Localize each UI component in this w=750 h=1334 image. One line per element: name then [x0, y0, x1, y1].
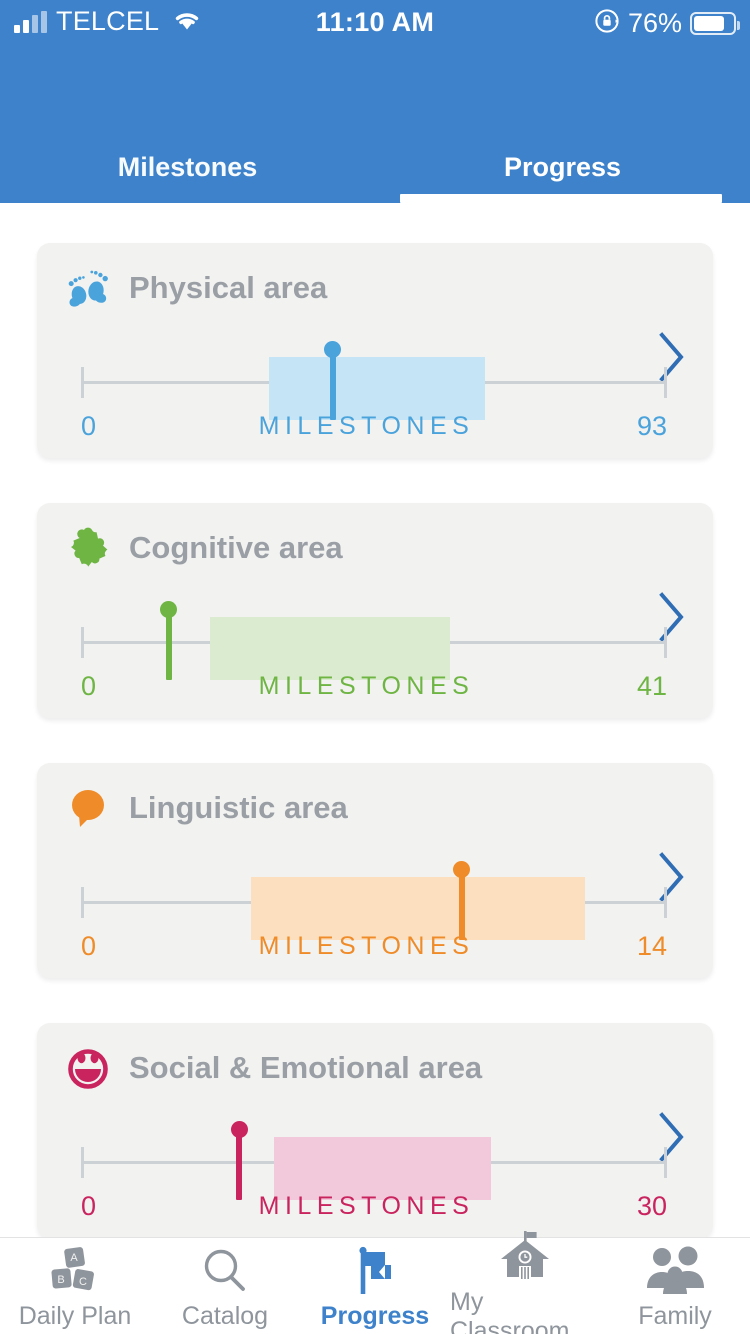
marker-head [160, 601, 178, 618]
search-icon [200, 1245, 250, 1297]
axis-tick-min [81, 887, 84, 918]
status-bar: TELCEL 11:10 AM 76% [0, 0, 750, 48]
axis-tick-min [81, 627, 84, 658]
marker-stem [458, 869, 465, 940]
status-bar-right: 76% [594, 8, 740, 39]
axis-unit-label: MILESTONES [258, 1192, 475, 1220]
tab-my-classroom-label: My Classroom [450, 1287, 570, 1334]
axis-max-label: 14 [636, 931, 667, 961]
progress-card[interactable]: Physical area 0 MILESTONES 93 [37, 243, 713, 458]
axis-tick-max [664, 627, 667, 658]
speech-bubble-icon [65, 785, 111, 831]
tab-catalog-label: Catalog [181, 1302, 269, 1330]
abc-blocks-icon: A B C [49, 1245, 101, 1297]
bottom-tab-bar: A B C Daily Plan Catalog Progress My Cla… [0, 1230, 750, 1334]
axis-tick-min [81, 1147, 84, 1178]
card-title: Physical area [129, 270, 328, 305]
marker-stem [236, 1129, 243, 1200]
axis-labels: 0 MILESTONES 93 [81, 411, 667, 442]
app-screen: TELCEL 11:10 AM 76% Milestones Progress … [0, 0, 750, 1334]
axis-max-label: 41 [636, 671, 667, 701]
smiley-face-icon [65, 1045, 111, 1091]
tab-daily-plan[interactable]: A B C Daily Plan [0, 1238, 150, 1334]
svg-text:C: C [79, 1276, 87, 1288]
card-title: Linguistic area [129, 790, 348, 825]
progress-card[interactable]: Social & Emotional area 0 MILESTONES 30 [37, 1023, 713, 1237]
tab-active-indicator [400, 194, 722, 203]
flag-icon [351, 1245, 399, 1297]
axis-unit-label: MILESTONES [258, 932, 475, 960]
tab-my-classroom[interactable]: My Classroom [450, 1230, 600, 1334]
marker-stem [329, 349, 336, 420]
rotation-lock-icon [594, 8, 620, 39]
progress-card[interactable]: Cognitive area 0 MILESTONES 41 [37, 503, 713, 718]
app-header: TELCEL 11:10 AM 76% Milestones Progress [0, 0, 750, 203]
card-title: Cognitive area [129, 530, 343, 565]
axis-min-label: 0 [81, 931, 97, 961]
svg-text:A: A [70, 1252, 78, 1264]
family-icon [644, 1245, 706, 1297]
progress-card[interactable]: Linguistic area 0 MILESTONES 14 [37, 763, 713, 978]
tab-progress-label: Progress [503, 152, 622, 182]
axis-unit-label: MILESTONES [258, 412, 475, 440]
top-tab-bar: Milestones Progress [0, 140, 750, 203]
marker-head [230, 1121, 248, 1138]
axis-labels: 0 MILESTONES 41 [81, 671, 667, 702]
tab-daily-plan-label: Daily Plan [18, 1302, 132, 1330]
tab-catalog[interactable]: Catalog [150, 1238, 300, 1334]
axis-unit-label: MILESTONES [258, 672, 475, 700]
axis-min-label: 0 [81, 671, 97, 701]
marker-head [453, 861, 471, 878]
card-header: Linguistic area [65, 785, 348, 831]
battery-icon [690, 12, 740, 35]
card-header: Social & Emotional area [65, 1045, 482, 1091]
tab-family[interactable]: Family [600, 1238, 750, 1334]
tab-milestones[interactable]: Milestones [0, 140, 375, 203]
tab-progress-bottom[interactable]: Progress [300, 1238, 450, 1334]
baby-footprints-icon [65, 265, 111, 311]
schoolhouse-icon [498, 1230, 552, 1283]
progress-card-list[interactable]: Physical area 0 MILESTONES 93 Cognitive … [0, 203, 750, 1237]
marker-head [324, 341, 342, 358]
axis-min-label: 0 [81, 1191, 97, 1221]
tab-family-label: Family [638, 1302, 712, 1330]
axis-labels: 0 MILESTONES 14 [81, 931, 667, 962]
battery-percent-label: 76% [627, 8, 682, 38]
axis-tick-max [664, 367, 667, 398]
card-title: Social & Emotional area [129, 1050, 483, 1085]
card-header: Cognitive area [65, 525, 343, 571]
axis-max-label: 30 [636, 1191, 667, 1221]
tab-progress-bottom-label: Progress [320, 1302, 430, 1330]
axis-min-label: 0 [81, 411, 97, 441]
puzzle-piece-icon [65, 525, 111, 571]
marker-stem [165, 609, 172, 680]
tab-progress[interactable]: Progress [375, 140, 750, 203]
svg-text:B: B [57, 1274, 64, 1286]
axis-tick-max [664, 887, 667, 918]
axis-tick-min [81, 367, 84, 398]
axis-tick-max [664, 1147, 667, 1178]
tab-milestones-label: Milestones [117, 152, 258, 182]
axis-max-label: 93 [636, 411, 667, 441]
axis-labels: 0 MILESTONES 30 [81, 1191, 667, 1222]
card-header: Physical area [65, 265, 327, 311]
